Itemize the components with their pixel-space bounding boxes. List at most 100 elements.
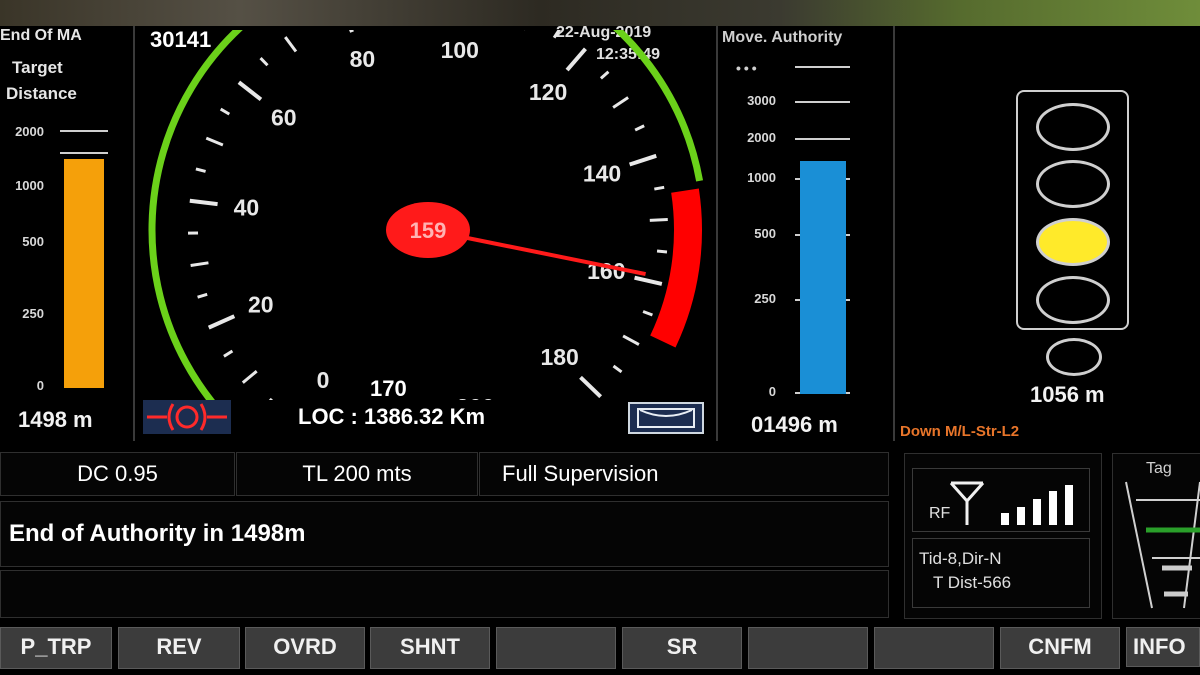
scale-overflow-dots: ••• — [736, 60, 760, 76]
signal-strength-icon — [1001, 485, 1073, 525]
gauge-tick — [259, 57, 269, 67]
gauge-tick — [195, 167, 206, 173]
scale-label: 1000 — [747, 170, 776, 185]
brake-indicator-icon — [143, 400, 231, 434]
gauge-tick — [268, 397, 273, 400]
scale-tick — [60, 130, 108, 132]
gauge-tick — [284, 36, 298, 53]
supervision-mode: Full Supervision — [502, 461, 659, 486]
cnfm-button[interactable]: CNFM — [1000, 627, 1120, 669]
scale-label: 250 — [22, 306, 44, 321]
scale-label: 0 — [768, 384, 776, 399]
ovrd-button[interactable]: OVRD — [245, 627, 365, 669]
dc-value: DC 0.95 — [77, 461, 158, 486]
gauge-tick — [599, 70, 610, 80]
signal-lamp-1 — [1036, 103, 1110, 151]
rf-signal-box: RF — [912, 468, 1090, 532]
mode-box: Full Supervision — [479, 452, 889, 496]
current-speed: 159 — [410, 218, 447, 243]
signal-lamp-4 — [1036, 276, 1110, 324]
gauge-tick — [612, 364, 623, 374]
gauge-tick — [629, 153, 657, 167]
gauge-label: 140 — [583, 160, 621, 186]
signal-distance: 1056 m — [1030, 382, 1105, 407]
scale-tick — [795, 101, 850, 103]
gauge-tick — [189, 198, 218, 207]
gauge-label: 200 — [456, 394, 494, 400]
signal-lamp-2 — [1036, 160, 1110, 208]
tl-value: TL 200 mts — [302, 461, 412, 486]
gauge-tick — [622, 334, 640, 346]
scale-label: 1000 — [15, 178, 44, 193]
p-trp-button[interactable]: P_TRP — [0, 627, 112, 669]
scale-label: 500 — [754, 226, 776, 241]
gauge-tick — [612, 96, 629, 109]
gauge-tick — [649, 218, 668, 222]
gauge-label: 0 — [317, 367, 330, 393]
message-text: End of Authority in 1498m — [9, 520, 306, 547]
blank-button-3[interactable] — [874, 627, 994, 669]
scale-label: 500 — [22, 234, 44, 249]
movement-authority-value: 01496 m — [751, 412, 838, 437]
tl-box: TL 200 mts — [236, 452, 478, 496]
rf-tid: Tid-8,Dir-N — [919, 549, 1002, 568]
scale-label: 2000 — [15, 124, 44, 139]
signal-lamp-yellow — [1036, 218, 1110, 266]
blank-button-1[interactable] — [496, 627, 616, 669]
rev-button[interactable]: REV — [118, 627, 240, 669]
gauge-tick — [634, 275, 663, 286]
scale-label: 3000 — [747, 93, 776, 108]
overspeed-arc — [650, 188, 702, 348]
gauge-label: 20 — [248, 291, 274, 317]
gauge-tick — [219, 107, 231, 116]
rf-tdist: T Dist-566 — [933, 573, 1012, 592]
gauge-tick — [654, 185, 665, 191]
permitted-speed: 170 — [370, 376, 407, 401]
gauge-tick — [579, 375, 603, 399]
sr-button[interactable]: SR — [622, 627, 742, 669]
target-distance-value: 1498 m — [18, 407, 93, 432]
gauge-label: 180 — [540, 344, 578, 370]
tag-label: Tag — [1146, 460, 1172, 477]
gauge-tick — [349, 30, 354, 33]
distance-title: Distance — [6, 84, 77, 103]
gauge-tick — [237, 80, 263, 102]
speedometer-gauge: 020406080100120140160180200159 — [148, 30, 704, 400]
scale-tick — [795, 138, 850, 140]
signal-lamp-5 — [1046, 338, 1102, 376]
blank-button-2[interactable] — [748, 627, 868, 669]
gauge-label: 80 — [350, 46, 376, 72]
gauge-tick — [656, 249, 668, 254]
info-button[interactable]: INFO — [1126, 627, 1200, 667]
movement-authority-bar — [800, 161, 846, 394]
movement-authority-header: Move. Authority — [722, 29, 843, 46]
antenna-icon — [949, 481, 985, 525]
target-title: Target — [12, 58, 63, 77]
gauge-label: 120 — [529, 79, 567, 105]
divider — [716, 26, 718, 441]
scale-label: 2000 — [747, 130, 776, 145]
location-readout: LOC : 1386.32 Km — [298, 404, 486, 429]
rf-info-box: Tid-8,Dir-N T Dist-566 — [912, 538, 1090, 608]
gauge-tick — [223, 349, 234, 358]
scale-tick — [60, 152, 108, 154]
shnt-button[interactable]: SHNT — [370, 627, 490, 669]
gauge-label: 60 — [271, 104, 297, 130]
camera-view-strip — [0, 0, 1200, 26]
target-distance-bar — [64, 159, 104, 388]
route-name: Down M/L-Str-L2 — [900, 423, 1020, 440]
gauge-tick — [241, 370, 258, 384]
gauge-tick — [565, 47, 587, 72]
dc-box: DC 0.95 — [0, 452, 235, 496]
scale-tick — [795, 66, 850, 68]
scale-label: 250 — [754, 291, 776, 306]
gauge-tick — [634, 124, 645, 132]
tag-track-diagram — [1125, 481, 1200, 609]
gauge-tick — [552, 30, 561, 39]
message-box: End of Authority in 1498m — [0, 501, 889, 567]
divider — [893, 26, 895, 441]
gauge-tick — [642, 310, 653, 317]
end-of-ma-header: End Of MA — [0, 27, 82, 44]
gauge-tick — [205, 136, 224, 147]
gauge-tick — [197, 292, 208, 299]
